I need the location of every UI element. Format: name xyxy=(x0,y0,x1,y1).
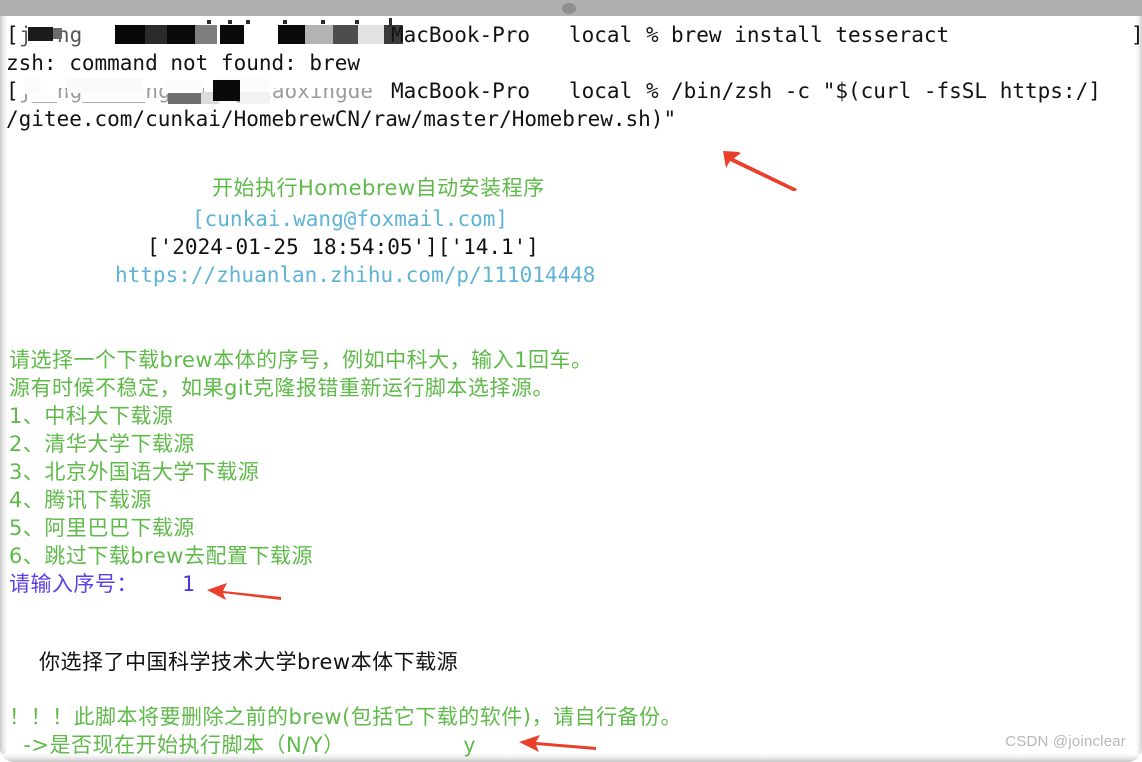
menu-option-1[interactable]: 1、中科大下载源 xyxy=(9,402,173,430)
confirm-answer-value[interactable]: y xyxy=(463,731,476,759)
prompt-line-1-sigil: % xyxy=(646,23,659,47)
prompt-line-2-command: /bin/zsh -c "$(curl -fsSL https:/] xyxy=(671,79,1101,103)
prompt-line-2-sigil: % xyxy=(646,79,659,103)
banner-contact-email: [cunkai.wang@foxmail.com] xyxy=(192,207,509,231)
menu-input-value[interactable]: 1 xyxy=(182,570,195,598)
menu-input-prompt-label: 请输入序号： xyxy=(9,572,138,596)
selection-result-text: 你选择了中国科学技术大学brew本体下载源 xyxy=(39,650,459,674)
window-drag-handle[interactable] xyxy=(562,3,576,14)
terminal-window[interactable]: [ j ng MacBook-Pro local % brew install … xyxy=(0,0,1142,762)
banner-timestamp: ['2024-01-25 18:54:05']['14.1'] xyxy=(147,235,539,259)
prompt-line-2-cwd: local xyxy=(569,79,633,103)
menu-option-2[interactable]: 2、清华大学下载源 xyxy=(9,430,195,458)
prompt-line-1-host: MacBook-Pro xyxy=(391,23,531,47)
prompt-line-1-bracket: [ xyxy=(7,23,19,47)
annotation-arrow-source-number xyxy=(207,583,281,600)
warning-text: ！！！此脚本将要删除之前的brew(包括它下载的软件)，请自行备份。 xyxy=(9,705,682,729)
menu-instruction-1: 请选择一个下载brew本体的序号，例如中科大，输入1回车。 xyxy=(9,348,593,372)
prompt-line-2-command-wrap: /gitee.com/cunkai/HomebrewCN/raw/master/… xyxy=(7,107,677,131)
prompt-line-1-command: brew install tesseract xyxy=(671,23,950,47)
prompt-line-1-bracket-close: ] xyxy=(1131,21,1142,49)
annotation-arrow-confirm-answer xyxy=(519,735,596,752)
prompt-line-2-bracket: [ xyxy=(7,79,19,103)
banner-title: 开始执行Homebrew自动安装程序 xyxy=(212,176,545,200)
confirm-prompt-label: ->是否现在开始执行脚本（N/Y） xyxy=(9,733,345,757)
window-edge-left xyxy=(0,16,7,762)
menu-option-3[interactable]: 3、北京外国语大学下载源 xyxy=(9,458,259,486)
menu-option-5[interactable]: 5、阿里巴巴下载源 xyxy=(9,514,195,542)
menu-instruction-2: 源有时候不稳定，如果git克隆报错重新运行脚本选择源。 xyxy=(9,376,554,400)
terminal-screen[interactable]: [ j ng MacBook-Pro local % brew install … xyxy=(7,16,1142,762)
window-titlebar[interactable] xyxy=(0,0,1142,16)
prompt-line-2-host: MacBook-Pro xyxy=(391,79,531,103)
menu-option-4[interactable]: 4、腾讯下载源 xyxy=(9,486,152,514)
annotation-arrow-install-command xyxy=(723,151,797,191)
output-command-not-found: zsh: command not found: brew xyxy=(7,51,361,75)
prompt-line-1-cwd: local xyxy=(569,23,633,47)
csdn-watermark: CSDN @joinclear xyxy=(1005,733,1126,750)
menu-option-6[interactable]: 6、跳过下载brew去配置下载源 xyxy=(9,542,313,570)
banner-link[interactable]: https://zhuanlan.zhihu.com/p/111014448 xyxy=(115,261,595,289)
